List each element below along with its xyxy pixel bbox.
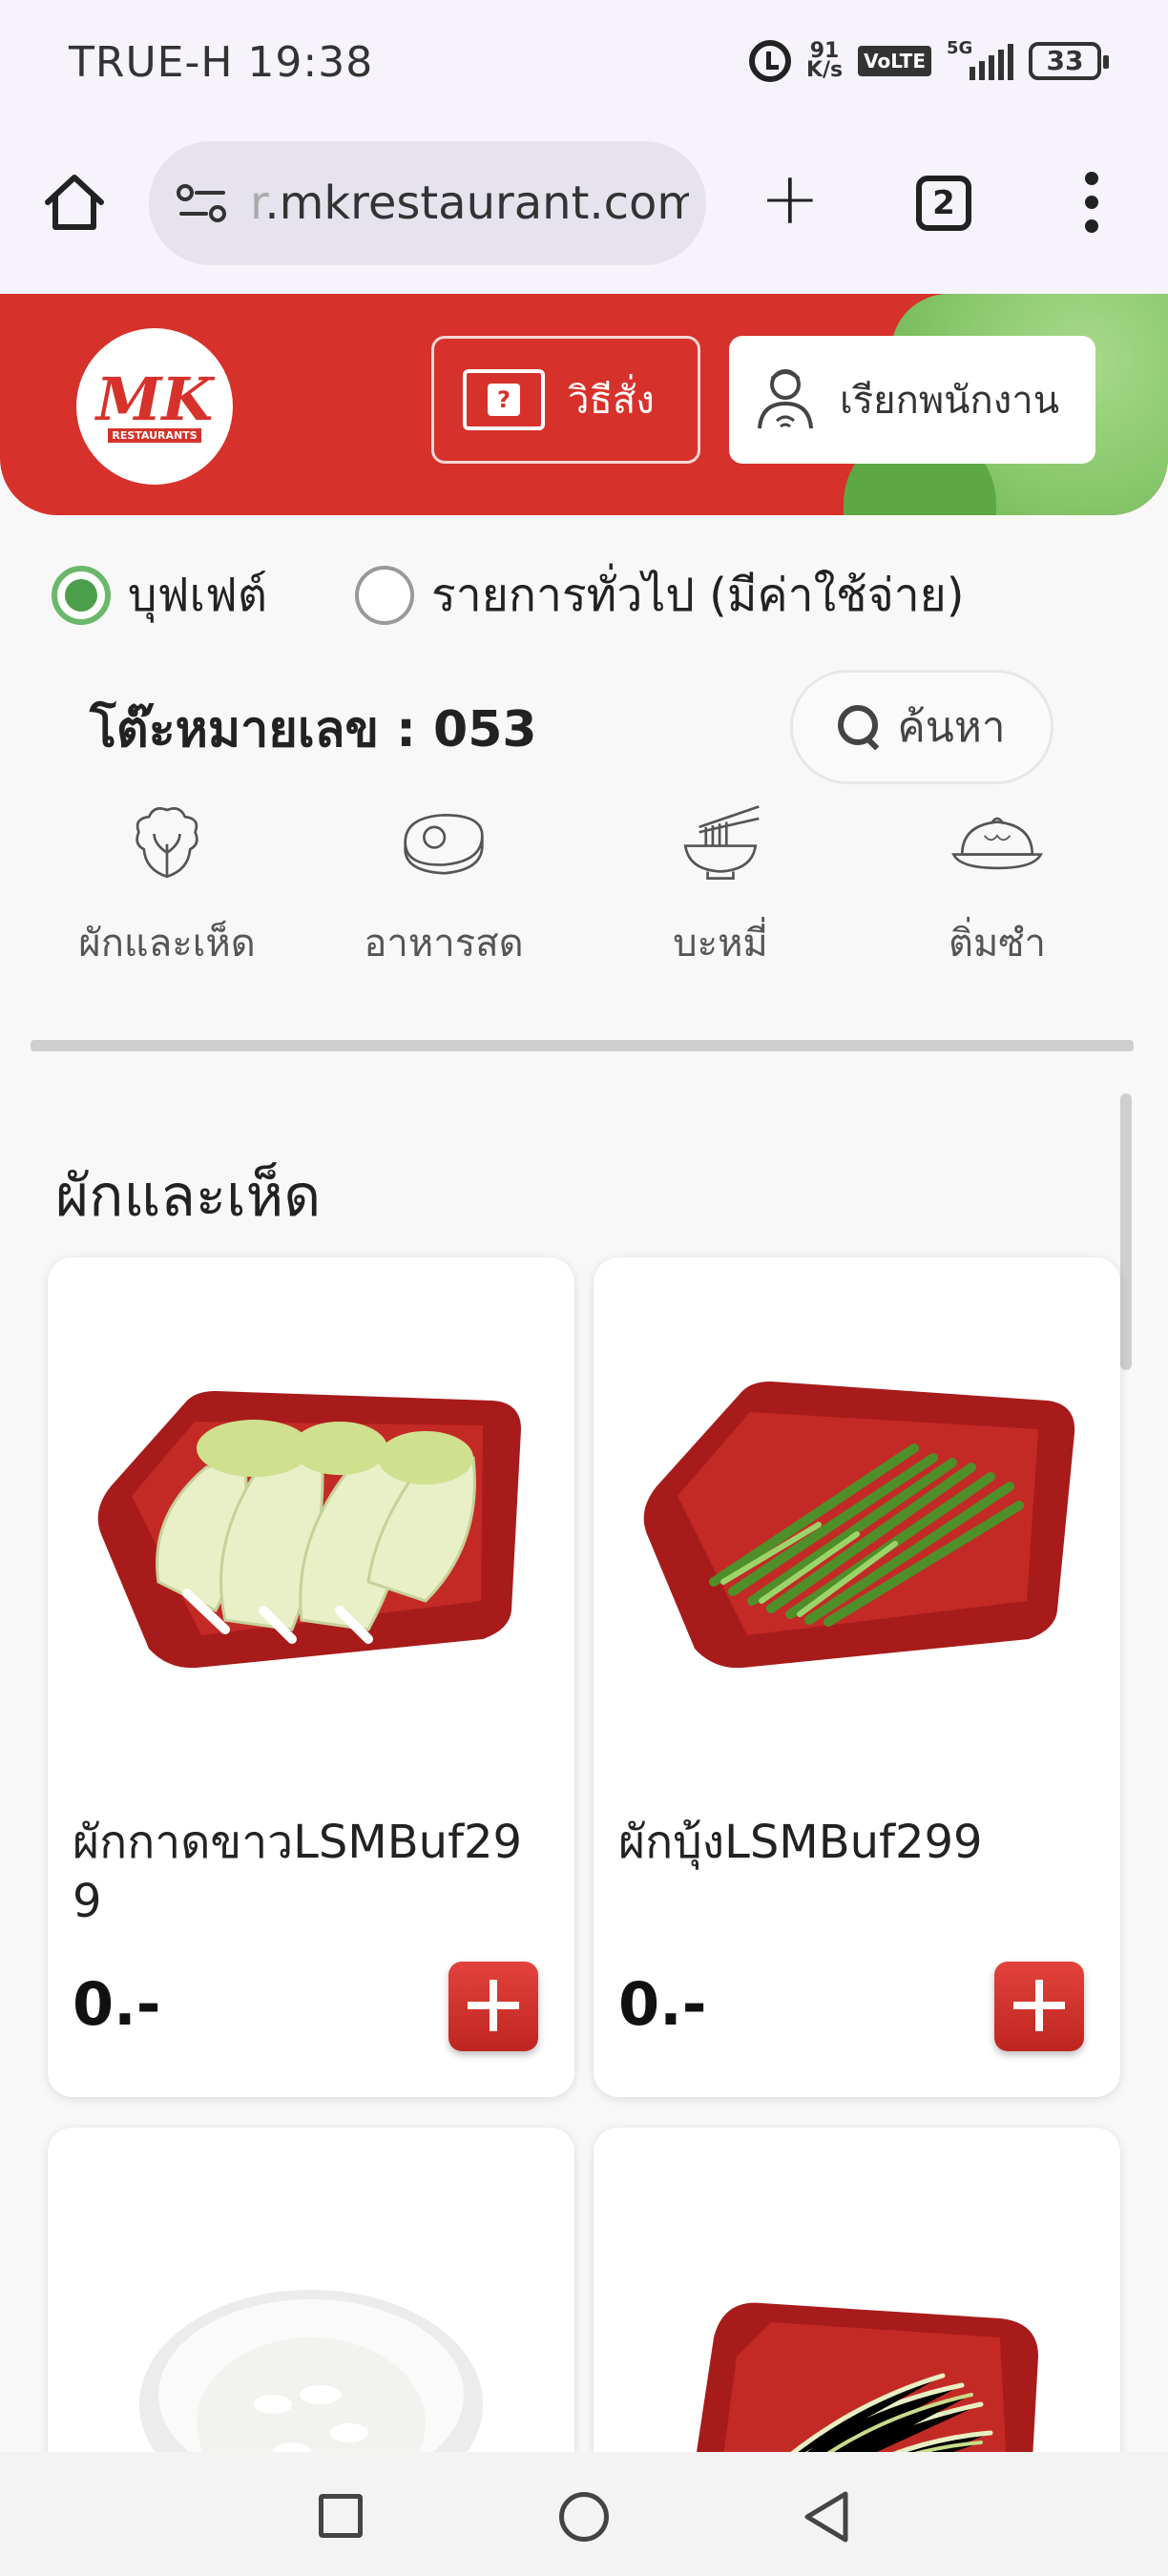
carrier-time: TRUE-H 19:38 [69, 38, 374, 87]
tab-switcher-button[interactable]: 2 [916, 176, 971, 231]
buffet-radio[interactable]: บุฟเฟต์ [52, 559, 267, 632]
url-text: r.mkrestaurant.com [250, 177, 689, 230]
search-label: ค้นหา [897, 703, 1006, 752]
alarm-icon [748, 40, 791, 82]
noodle-icon [683, 805, 760, 880]
section-title: ผักและเห็ด [55, 1163, 322, 1230]
mk-logo: MK RESTAURANTS [76, 328, 233, 485]
category-label: ติ่มซำ [949, 922, 1046, 966]
logo-subtext: RESTAURANTS [108, 427, 201, 443]
staff-icon [758, 369, 813, 429]
browser-toolbar: r.mkrestaurant.com + 2 [0, 134, 1168, 294]
buffet-label: บุฟเฟต์ [128, 569, 268, 622]
category-label: บะหมี่ [673, 922, 768, 966]
search-button[interactable]: ค้นหา [790, 670, 1053, 784]
new-tab-icon[interactable]: + [760, 162, 821, 235]
category-tabs: ผักและเห็ด อาหารสด บะหมี่ ติ่มซำ [29, 801, 1136, 973]
buffet-radio-dot[interactable] [52, 566, 111, 625]
net-speed: 91 K/s [805, 41, 844, 82]
product-card[interactable]: ผักกาดขาวLSMBuf299 0.- [48, 1257, 574, 2097]
product-image-morning-glory [594, 1257, 1120, 1792]
category-noodles[interactable]: บะหมี่ [582, 801, 859, 973]
product-price: 0.- [618, 1969, 707, 2039]
status-icons: 91 K/s VoLTE 5G 33 [748, 38, 1109, 82]
general-radio[interactable]: รายการทั่วไป (มีค่าใช้จ่าย) [355, 559, 965, 632]
call-staff-label: เรียกพนักงาน [840, 379, 1060, 423]
product-name: ผักกาดขาวLSMBuf299 [73, 1816, 523, 1928]
vegetable-icon [136, 807, 198, 879]
category-fresh-food[interactable]: อาหารสด [305, 801, 582, 973]
meat-icon [404, 813, 484, 875]
logo-text: MK [95, 364, 214, 434]
net-speed-unit: K/s [805, 58, 844, 82]
back-icon[interactable] [802, 2490, 851, 2544]
search-icon [838, 705, 882, 749]
product-image-chinese-cabbage [48, 1257, 574, 1792]
product-card[interactable]: ผักบุ้งLSMBuf299 0.- [594, 1257, 1120, 2097]
general-radio-dot[interactable] [355, 566, 415, 625]
product-price: 0.- [73, 1969, 161, 2039]
how-to-order-label: วิธีสั่ง [568, 379, 655, 423]
category-label: อาหารสด [364, 922, 524, 966]
site-settings-icon[interactable] [176, 179, 233, 227]
add-to-cart-button[interactable] [448, 1962, 538, 2051]
battery-icon: 33 [1029, 42, 1109, 80]
scrollbar[interactable] [1120, 1093, 1132, 1370]
network-type: 5G [947, 38, 973, 58]
signal-icon: 5G [947, 38, 1013, 80]
how-to-order-button[interactable]: ? วิธีสั่ง [431, 336, 700, 464]
recents-icon[interactable] [319, 2494, 363, 2538]
system-nav-bar [0, 2452, 1168, 2576]
category-vegetables[interactable]: ผักและเห็ด [29, 801, 305, 973]
book-icon: ? [463, 369, 545, 430]
url-faded: r [250, 177, 265, 230]
category-dimsum[interactable]: ติ่มซำ [859, 801, 1136, 973]
product-name: ผักบุ้งLSMBuf299 [618, 1816, 983, 1869]
url-domain: .mkrestaurant.com [264, 177, 689, 230]
category-divider [31, 1040, 1134, 1051]
order-type-filter: บุฟเฟต์ รายการทั่วไป (มีค่าใช้จ่าย) [52, 559, 1139, 632]
add-to-cart-button[interactable] [994, 1962, 1084, 2051]
general-label: รายการทั่วไป (มีค่าใช้จ่าย) [431, 569, 965, 622]
category-label: ผักและเห็ด [78, 922, 256, 966]
table-number: โต๊ะหมายเลข : 053 [90, 701, 537, 758]
home-icon[interactable] [42, 170, 107, 235]
status-bar: TRUE-H 19:38 91 K/s VoLTE 5G 33 [0, 0, 1168, 134]
call-staff-button[interactable]: เรียกพนักงาน [729, 336, 1095, 464]
dimsum-icon [951, 817, 1043, 870]
home-circle-icon[interactable] [559, 2492, 609, 2542]
more-menu-icon[interactable] [1082, 172, 1101, 233]
volte-icon: VoLTE [858, 46, 931, 76]
restaurant-header: MK RESTAURANTS ? วิธีสั่ง เรียกพนักงาน [0, 294, 1168, 515]
address-bar[interactable]: r.mkrestaurant.com [149, 141, 706, 265]
